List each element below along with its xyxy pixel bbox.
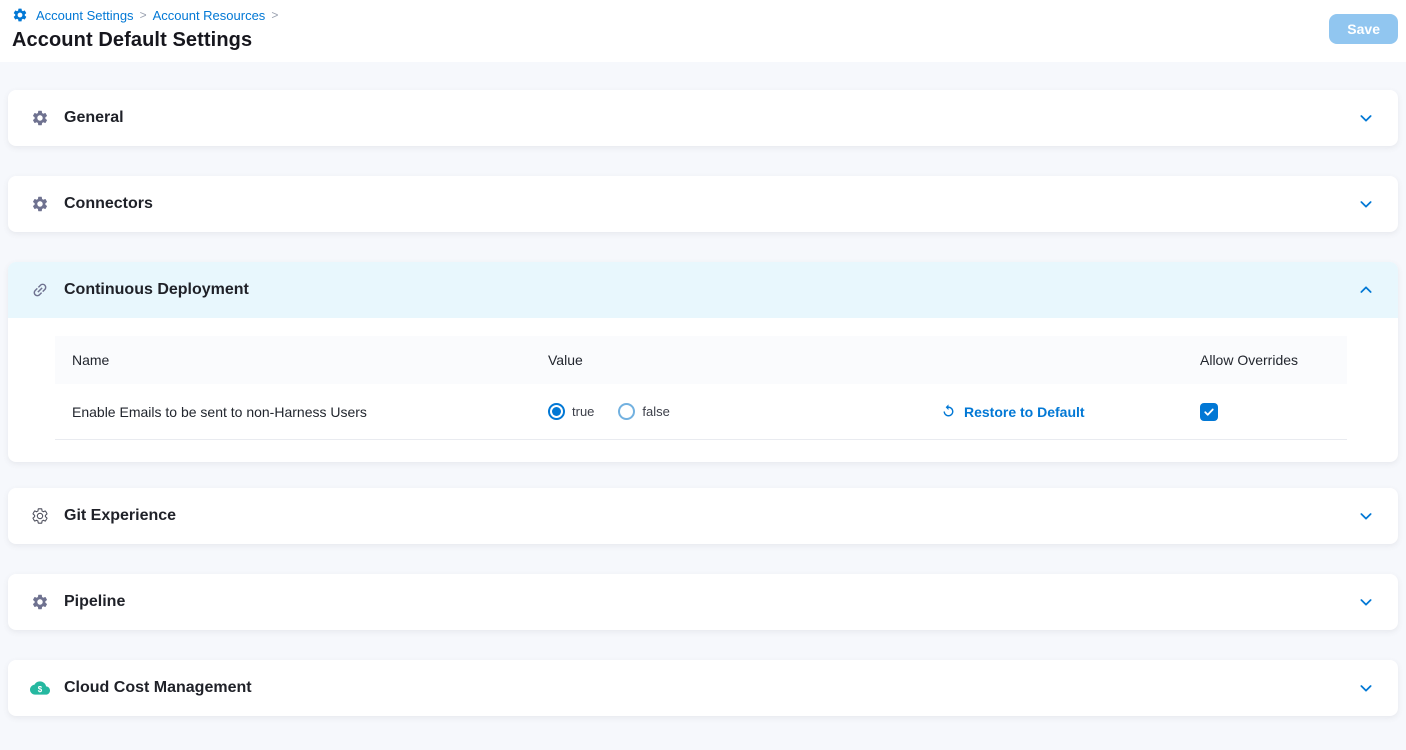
section-label: General — [64, 109, 1358, 127]
section-label: Git Experience — [64, 507, 1358, 525]
section-header-continuous-deployment[interactable]: Continuous Deployment — [8, 262, 1398, 318]
chevron-down-icon[interactable] — [1358, 594, 1374, 610]
svg-text:$: $ — [38, 685, 43, 694]
gear-outline-icon — [30, 507, 50, 525]
radio-false-unselected[interactable] — [618, 403, 635, 420]
settings-table: Name Value Allow Overrides Enable Emails… — [55, 336, 1347, 440]
chevron-up-icon[interactable] — [1358, 282, 1374, 298]
section-header-pipeline[interactable]: Pipeline — [8, 574, 1398, 630]
restore-label: Restore to Default — [964, 404, 1085, 420]
breadcrumb: Account Settings > Account Resources > — [12, 6, 1398, 24]
section-label: Cloud Cost Management — [64, 679, 1358, 697]
restore-cell: Restore to Default — [923, 403, 1183, 420]
page-title: Account Default Settings — [12, 29, 1398, 52]
section-header-cloud-cost-management[interactable]: $ Cloud Cost Management — [8, 660, 1398, 716]
table-header-row: Name Value Allow Overrides — [55, 336, 1347, 384]
section-header-connectors[interactable]: Connectors — [8, 176, 1398, 232]
section-card-general: General — [8, 90, 1398, 146]
section-card-connectors: Connectors — [8, 176, 1398, 232]
chevron-down-icon[interactable] — [1358, 196, 1374, 212]
chevron-down-icon[interactable] — [1358, 110, 1374, 126]
page-header: Account Settings > Account Resources > A… — [0, 0, 1406, 62]
chevron-down-icon[interactable] — [1358, 508, 1374, 524]
section-card-pipeline: Pipeline — [8, 574, 1398, 630]
section-card-git-experience: Git Experience — [8, 488, 1398, 544]
radio-label: true — [572, 404, 594, 419]
breadcrumb-link-account-resources[interactable]: Account Resources — [153, 8, 266, 23]
restore-icon — [940, 403, 957, 420]
column-header-allow-overrides: Allow Overrides — [1183, 352, 1347, 368]
section-header-general[interactable]: General — [8, 90, 1398, 146]
cloud-dollar-icon: $ — [30, 678, 50, 698]
setting-name: Enable Emails to be sent to non-Harness … — [55, 404, 531, 420]
radio-option-true[interactable]: true — [548, 403, 594, 420]
column-header-value: Value — [531, 352, 923, 368]
section-card-cloud-cost-management: $ Cloud Cost Management — [8, 660, 1398, 716]
section-card-continuous-deployment: Continuous Deployment Name Value Allow O… — [8, 262, 1398, 462]
gear-icon — [30, 109, 50, 127]
radio-label: false — [642, 404, 669, 419]
breadcrumb-separator: > — [271, 8, 278, 22]
section-label: Pipeline — [64, 593, 1358, 611]
section-body-continuous-deployment: Name Value Allow Overrides Enable Emails… — [8, 318, 1398, 462]
settings-gear-icon — [12, 7, 28, 23]
allow-overrides-cell — [1183, 403, 1347, 421]
chevron-down-icon[interactable] — [1358, 680, 1374, 696]
radio-option-false[interactable]: false — [618, 403, 669, 420]
section-label: Connectors — [64, 195, 1358, 213]
link-icon — [30, 281, 50, 299]
allow-overrides-checkbox-checked[interactable] — [1200, 403, 1218, 421]
restore-to-default-link[interactable]: Restore to Default — [940, 403, 1085, 420]
setting-value-radio-group: true false — [531, 403, 923, 420]
section-header-git-experience[interactable]: Git Experience — [8, 488, 1398, 544]
breadcrumb-link-account-settings[interactable]: Account Settings — [36, 8, 134, 23]
breadcrumb-separator: > — [140, 8, 147, 22]
table-row: Enable Emails to be sent to non-Harness … — [55, 384, 1347, 440]
radio-true-selected[interactable] — [548, 403, 565, 420]
gear-icon — [30, 195, 50, 213]
save-button[interactable]: Save — [1329, 14, 1398, 44]
section-label: Continuous Deployment — [64, 281, 1358, 299]
column-header-name: Name — [55, 352, 531, 368]
gear-icon — [30, 593, 50, 611]
